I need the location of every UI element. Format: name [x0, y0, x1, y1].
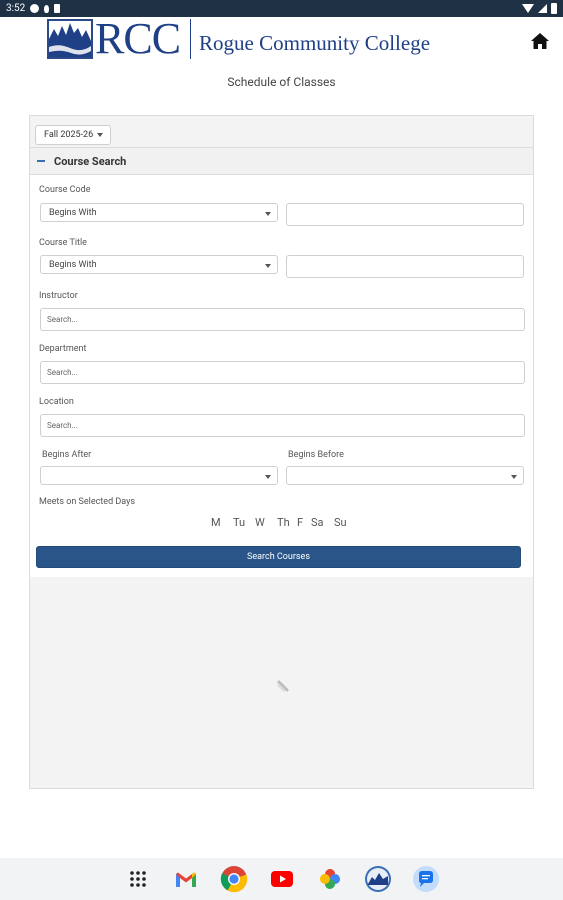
department-input[interactable]: Search... [40, 361, 525, 384]
course-search-form: Course Code Begins With Course Title Beg… [30, 175, 533, 577]
signal-icon [538, 4, 547, 13]
status-bar: 3:52 [0, 0, 563, 17]
location-input[interactable]: Search... [40, 414, 525, 437]
search-courses-button[interactable]: Search Courses [36, 546, 521, 568]
rcc-logo[interactable]: RCC Rogue Community College [47, 14, 431, 63]
chrome-icon[interactable] [219, 864, 249, 894]
course-search-header[interactable]: Course Search [30, 148, 533, 175]
course-search-title: Course Search [54, 154, 127, 168]
instructor-label: Instructor [39, 291, 78, 301]
rcc-app-icon[interactable] [363, 864, 393, 894]
begins-before-label: Begins Before [288, 450, 344, 460]
term-bar: Fall 2025-26 [30, 116, 533, 148]
gmail-icon[interactable] [171, 864, 201, 894]
home-icon[interactable] [530, 31, 550, 51]
course-code-match-select[interactable]: Begins With [40, 203, 278, 222]
chevron-down-icon [97, 133, 104, 137]
instructor-input[interactable]: Search... [40, 308, 525, 331]
messages-icon[interactable] [411, 864, 441, 894]
meets-days-label: Meets on Selected Days [39, 497, 136, 507]
wifi-icon [522, 4, 534, 13]
term-select-value: Fall 2025-26 [44, 130, 94, 140]
day-toggle-m[interactable]: M [211, 516, 233, 529]
app-dock [0, 858, 563, 900]
day-toggle-sa[interactable]: Sa [311, 516, 334, 529]
course-title-label: Course Title [39, 238, 87, 248]
loading-spinner-icon [276, 678, 290, 692]
youtube-icon[interactable] [267, 864, 297, 894]
notification-file-icon [54, 4, 61, 13]
begins-after-select[interactable] [40, 466, 278, 485]
instructor-placeholder: Search... [47, 315, 78, 324]
location-placeholder: Search... [47, 421, 78, 430]
schedule-panel: Fall 2025-26 Course Search Course Code B… [29, 115, 534, 789]
status-time: 3:52 [6, 3, 26, 14]
day-toggle-th[interactable]: Th [277, 516, 297, 529]
site-header: RCC Rogue Community College [0, 17, 563, 67]
battery-icon [551, 3, 557, 14]
begins-after-label: Begins After [42, 450, 92, 460]
page-title: Schedule of Classes [227, 75, 336, 89]
course-code-input[interactable] [286, 203, 524, 226]
course-code-label: Course Code [39, 185, 91, 195]
day-toggle-tu[interactable]: Tu [233, 516, 255, 529]
day-toggle-su[interactable]: Su [334, 516, 354, 529]
begins-before-select[interactable] [286, 466, 524, 485]
app-drawer-icon[interactable] [123, 864, 153, 894]
chevron-down-icon [511, 475, 517, 479]
chevron-down-icon [265, 212, 271, 216]
logo-landscape-icon [47, 19, 93, 59]
photos-icon[interactable] [315, 864, 345, 894]
day-toggle-f[interactable]: F [297, 516, 311, 529]
course-title-input[interactable] [286, 255, 524, 278]
notification-flame-icon [44, 4, 50, 13]
term-select[interactable]: Fall 2025-26 [35, 125, 112, 145]
day-selector: M Tu W Th F Sa Su [211, 516, 354, 529]
department-placeholder: Search... [47, 368, 78, 377]
chevron-down-icon [265, 475, 271, 479]
day-toggle-w[interactable]: W [255, 516, 277, 529]
location-label: Location [39, 397, 74, 407]
logo-divider [190, 19, 192, 59]
collapse-icon[interactable] [37, 160, 45, 162]
course-title-match-select[interactable]: Begins With [40, 255, 278, 274]
logo-letters: RCC [95, 14, 181, 63]
department-label: Department [39, 344, 87, 354]
course-title-match-value: Begins With [49, 259, 97, 270]
college-name: Rogue Community College [199, 30, 431, 55]
notification-icon [30, 4, 40, 13]
course-code-match-value: Begins With [49, 207, 97, 218]
chevron-down-icon [265, 264, 271, 268]
